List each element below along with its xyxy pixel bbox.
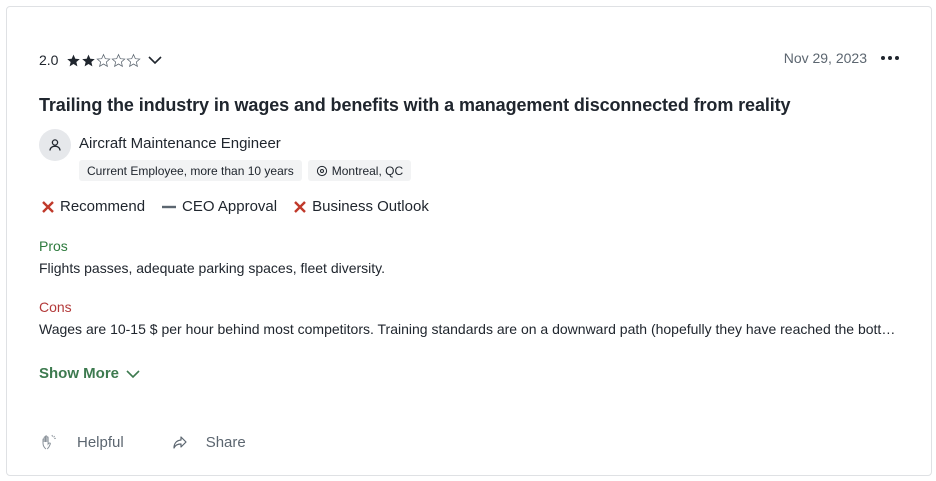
star-empty-icon: [111, 53, 127, 67]
star-empty-icon: [126, 53, 142, 67]
star-empty-icon: [96, 53, 112, 67]
business-outlook-label: Business Outlook: [312, 198, 429, 215]
cons-text: Wages are 10-15 $ per hour behind most c…: [39, 321, 899, 337]
recommend-label: Recommend: [60, 198, 146, 215]
review-date-row: Nov 29, 2023: [784, 47, 899, 69]
helpful-button[interactable]: Helpful: [41, 433, 124, 451]
avatar: [39, 129, 71, 161]
person-icon: [49, 139, 61, 151]
business-outlook-rating: Business Outlook: [293, 198, 429, 215]
x-icon: [42, 200, 54, 213]
location-pin-icon: [316, 165, 327, 176]
review-card: 2.0 Nov 29, 2023 Trailing the industry i…: [6, 6, 932, 476]
share-label: Share: [205, 433, 246, 451]
share-button[interactable]: Share: [172, 434, 246, 451]
rating-row: 2.0: [39, 49, 163, 71]
sub-ratings: Recommend CEO Approval Business Outlook: [41, 198, 445, 215]
ceo-approval-label: CEO Approval: [182, 198, 278, 215]
share-icon: [173, 436, 187, 449]
employment-tag: Current Employee, more than 10 years: [79, 160, 302, 181]
recommend-rating: Recommend: [41, 198, 145, 215]
chevron-down-icon: [126, 369, 140, 378]
helpful-label: Helpful: [77, 433, 124, 451]
rating-value: 2.0: [39, 52, 59, 68]
review-date: Nov 29, 2023: [783, 50, 867, 66]
review-title: Trailing the industry in wages and benef…: [39, 95, 791, 115]
location-label: Montreal, QC: [331, 163, 404, 178]
show-more-button[interactable]: Show More: [39, 365, 141, 382]
reviewer-tags: Current Employee, more than 10 years Mon…: [79, 160, 412, 181]
ceo-approval-rating: CEO Approval: [161, 198, 277, 215]
review-actions: Helpful Share: [41, 433, 294, 451]
job-title: Aircraft Maintenance Engineer: [79, 135, 281, 152]
chevron-down-icon[interactable]: [147, 52, 163, 68]
dash-icon: [162, 205, 177, 208]
location-tag: Montreal, QC: [307, 160, 412, 181]
pros-text: Flights passes, adequate parking spaces,…: [39, 260, 386, 276]
x-icon: [294, 200, 306, 213]
star-rating: [66, 53, 142, 68]
employment-tag-label: Current Employee, more than 10 years: [87, 163, 294, 178]
show-more-label: Show More: [39, 365, 120, 382]
star-filled-icon: [82, 54, 96, 66]
cons-label: Cons: [39, 299, 72, 315]
star-filled-icon: [67, 54, 81, 66]
more-options-icon[interactable]: [881, 52, 899, 64]
clap-hands-icon: [42, 434, 56, 450]
pros-label: Pros: [39, 238, 68, 254]
